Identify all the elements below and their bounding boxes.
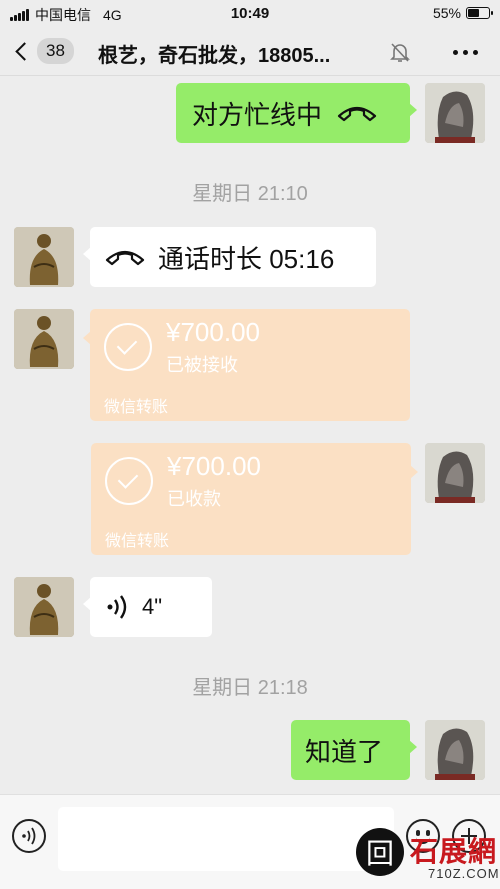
check-circle-icon: [105, 457, 153, 505]
transfer-card-collected[interactable]: ¥700.00 已收款 微信转账: [91, 443, 418, 555]
message-bubble-busy[interactable]: 对方忙线中: [176, 83, 417, 143]
avatar-self[interactable]: [425, 83, 485, 143]
message-text: 通话时长 05:16: [158, 243, 335, 274]
voice-message-bubble[interactable]: 4": [83, 577, 212, 637]
battery-icon: [466, 7, 493, 19]
watermark-brand: 石展網: [410, 835, 498, 868]
more-options-button[interactable]: [453, 50, 478, 55]
chat-header: 38 根艺，奇石批发，18805...: [0, 28, 500, 76]
transfer-footer: 微信转账: [104, 399, 169, 416]
clock: 10:49: [230, 5, 270, 22]
unread-count-badge: 38: [37, 38, 74, 64]
timestamp: 星期日 21:18: [192, 677, 308, 699]
voice-duration: 4": [142, 594, 163, 619]
battery-fill: [468, 9, 479, 17]
avatar-contact[interactable]: [14, 309, 74, 369]
avatar-self[interactable]: [425, 720, 485, 780]
timestamp: 星期日 21:10: [192, 183, 308, 205]
phone-hangup-icon: [105, 250, 145, 266]
avatar-contact[interactable]: [14, 577, 74, 637]
transfer-card-received[interactable]: ¥700.00 已被接收 微信转账: [83, 309, 410, 421]
site-watermark: 回 石展網 710Z.COM: [352, 826, 500, 889]
back-button[interactable]: 38: [12, 38, 74, 64]
message-input[interactable]: [58, 807, 394, 871]
transfer-amount: ¥700.00: [167, 451, 261, 481]
transfer-status: 已被接收: [166, 355, 238, 375]
voice-wave-icon: [107, 595, 127, 619]
chevron-left-icon: [15, 41, 34, 61]
phone-hangup-icon: [337, 106, 377, 122]
rock-sculpture-image: [425, 443, 485, 503]
voice-input-button[interactable]: [12, 819, 46, 853]
transfer-footer: 微信转账: [105, 533, 170, 550]
statue-image: [14, 227, 74, 287]
watermark-seal-icon: 回: [356, 828, 404, 876]
chat-title: 根艺，奇石批发，18805...: [98, 45, 331, 67]
message-text: 对方忙线中: [192, 99, 323, 130]
voice-wave-icon: [22, 827, 36, 845]
battery-percent: 55%: [432, 5, 461, 21]
rock-sculpture-image: [425, 83, 485, 143]
status-bar: 中国电信 4G 10:49 55%: [0, 0, 500, 28]
mute-bell-icon: [390, 43, 410, 62]
status-right: 55%: [432, 5, 493, 21]
watermark-domain: 710Z.COM: [428, 866, 500, 881]
message-bubble-call-duration[interactable]: 通话时长 05:16: [83, 227, 376, 287]
transfer-status: 已收款: [167, 489, 221, 509]
avatar-contact[interactable]: [14, 227, 74, 287]
check-circle-icon: [104, 323, 152, 371]
transfer-amount: ¥700.00: [166, 317, 260, 347]
message-text: 知道了: [305, 736, 384, 767]
avatar-self[interactable]: [425, 443, 485, 503]
statue-image: [14, 309, 74, 369]
message-bubble-text[interactable]: 知道了: [291, 720, 417, 780]
rock-sculpture-image: [425, 720, 485, 780]
statue-image: [14, 577, 74, 637]
